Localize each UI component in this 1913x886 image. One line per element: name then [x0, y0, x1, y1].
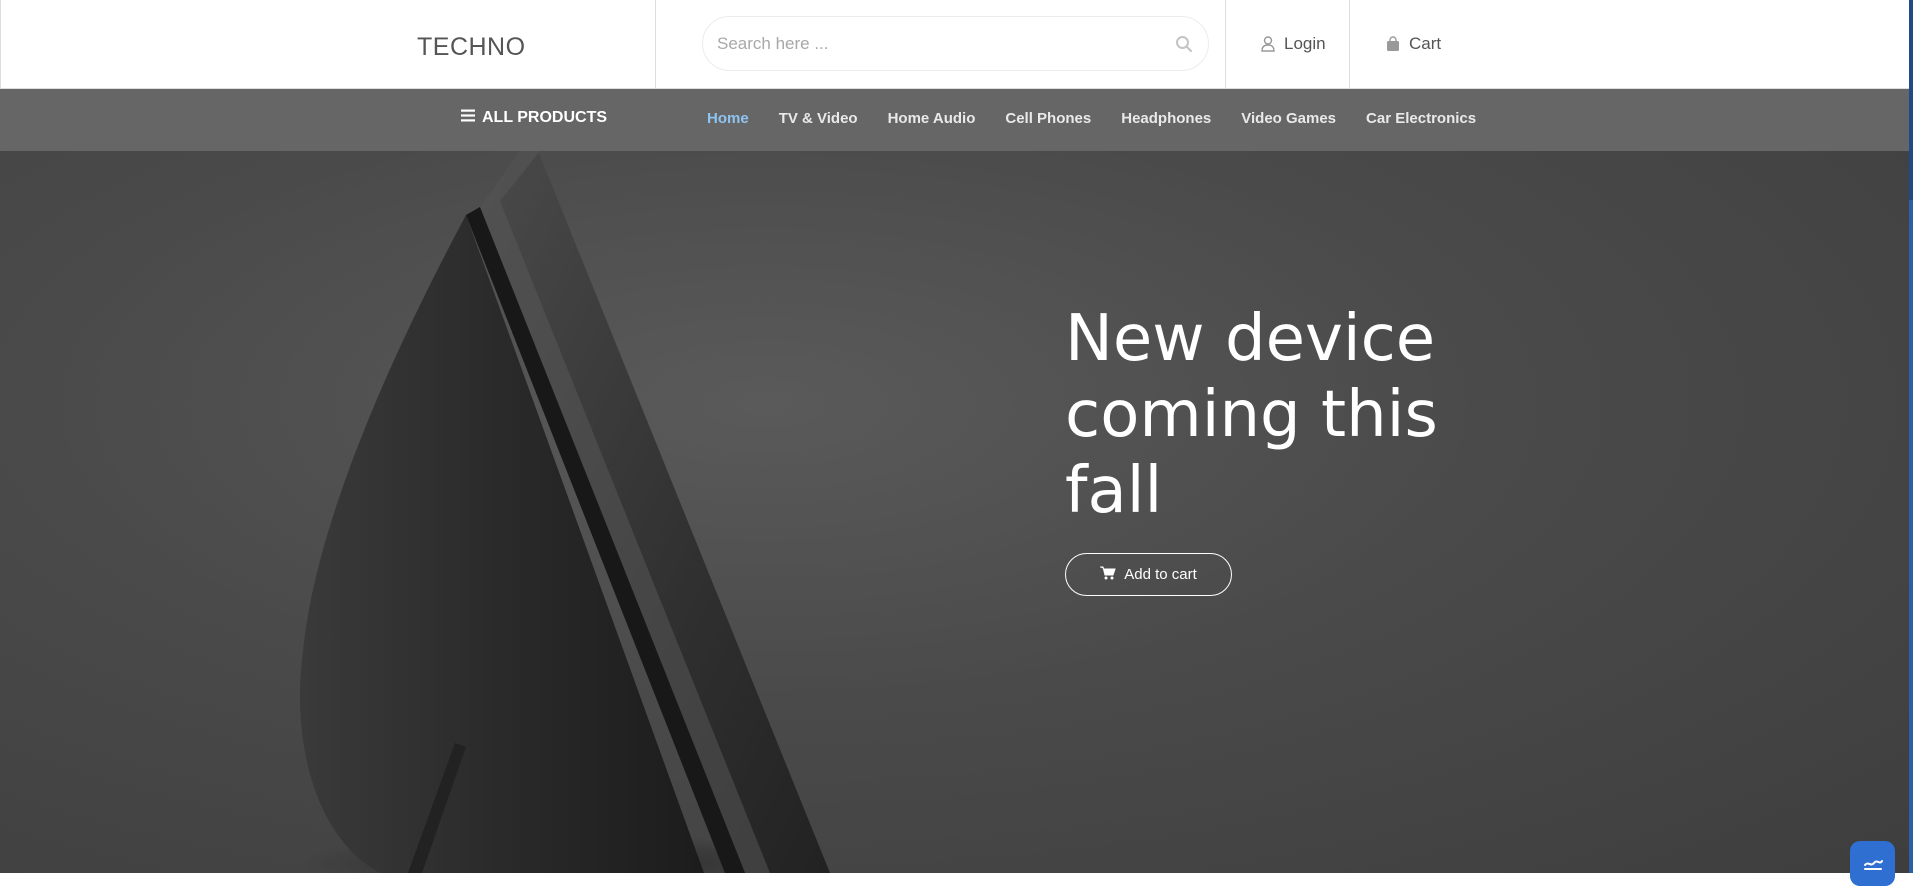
user-icon [1261, 36, 1275, 52]
search-box [702, 16, 1209, 71]
nav-item-car-electronics[interactable]: Car Electronics [1366, 110, 1476, 127]
add-to-cart-button[interactable]: Add to cart [1065, 553, 1232, 596]
accessibility-widget-button[interactable] [1850, 841, 1895, 886]
shopping-cart-icon [1100, 566, 1116, 584]
site-logo[interactable]: TECHNO [417, 33, 526, 62]
shopping-bag-icon [1386, 36, 1400, 52]
top-header: TECHNO Login Cart [0, 0, 1911, 89]
nav-item-headphones[interactable]: Headphones [1121, 110, 1211, 127]
scrollbar-thumb[interactable] [1909, 0, 1913, 200]
header-divider [1349, 0, 1350, 89]
cart-link[interactable]: Cart [1386, 31, 1441, 57]
search-input[interactable] [715, 25, 1155, 63]
header-divider [655, 0, 656, 89]
smart-speaker-device-image [300, 151, 830, 873]
header-divider [1225, 0, 1226, 89]
nav-item-video-games[interactable]: Video Games [1241, 110, 1336, 127]
nav-menu: Home TV & Video Home Audio Cell Phones H… [707, 110, 1476, 127]
all-products-menu[interactable]: ALL PRODUCTS [461, 109, 607, 127]
nav-item-cell-phones[interactable]: Cell Phones [1005, 110, 1091, 127]
hamburger-menu-icon [461, 109, 475, 127]
hero-heading: New device coming this fall [1065, 302, 1438, 528]
login-label: Login [1284, 34, 1326, 53]
nav-item-tv-video[interactable]: TV & Video [779, 110, 858, 127]
login-link[interactable]: Login [1261, 31, 1326, 57]
main-navigation: ALL PRODUCTS Home TV & Video Home Audio … [0, 89, 1911, 151]
nav-item-home-audio[interactable]: Home Audio [888, 110, 976, 127]
hero-banner: New device coming this fall Add to cart [0, 151, 1911, 873]
search-icon[interactable] [1175, 35, 1193, 53]
nav-item-home[interactable]: Home [707, 110, 749, 127]
cart-label: Cart [1409, 34, 1442, 53]
add-to-cart-label: Add to cart [1124, 566, 1197, 583]
all-products-label: ALL PRODUCTS [482, 109, 608, 126]
